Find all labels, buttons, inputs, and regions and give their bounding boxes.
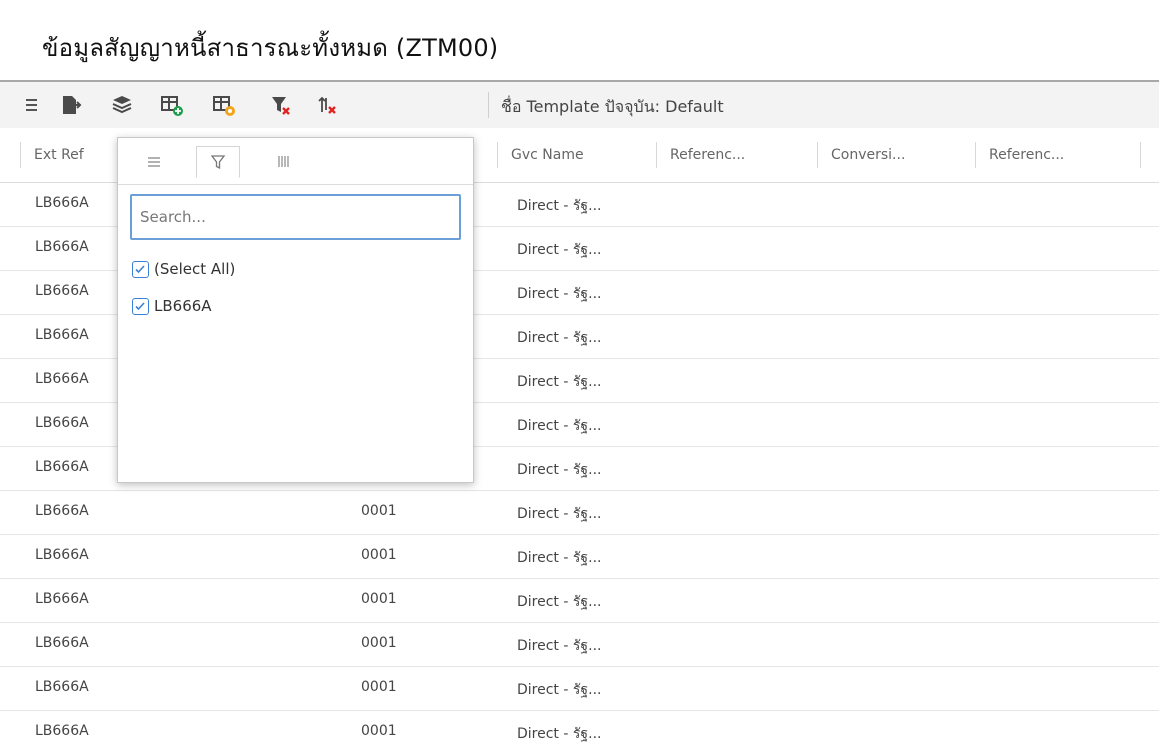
- column-header-divider: [1140, 142, 1159, 168]
- cell-gvc-name: Direct - รัฐ...: [517, 198, 602, 214]
- cell-ext-ref: LB666A: [35, 415, 89, 431]
- page-title: ข้อมูลสัญญาหนี้สาธารณะทั้งหมด (ZTM00): [42, 34, 499, 62]
- table-row[interactable]: LB666A 0001 Direct - รัฐ...: [0, 667, 1159, 711]
- layers-icon[interactable]: [109, 92, 135, 118]
- menu-icon[interactable]: [22, 92, 48, 118]
- export-icon[interactable]: [58, 92, 84, 118]
- cell-ext-ref: LB666A: [35, 283, 89, 299]
- cell-ext-ref: LB666A: [35, 371, 89, 387]
- filter-value-checkbox[interactable]: [132, 298, 149, 315]
- cell-ext-ref: LB666A: [35, 195, 89, 211]
- filter-funnel-icon: [210, 155, 226, 170]
- cell-ext-ref: LB666A: [35, 723, 89, 739]
- columns-icon: [278, 156, 289, 167]
- popup-tab-bar: [118, 138, 473, 185]
- general-tab[interactable]: [133, 146, 175, 176]
- cell-ext-ref: LB666A: [35, 679, 89, 695]
- filter-value-label: LB666A: [154, 297, 212, 315]
- cell-gvc-name: Direct - รัฐ...: [517, 638, 602, 654]
- checkmark-icon: [135, 302, 145, 311]
- cell-gvc-name: Direct - รัฐ...: [517, 330, 602, 346]
- clear-filter-icon[interactable]: [268, 92, 294, 118]
- cell-code: 0001: [361, 547, 397, 563]
- checkmark-icon: [135, 265, 145, 274]
- column-header-reference-1[interactable]: Referenc...: [656, 142, 810, 168]
- clear-sort-icon[interactable]: [314, 92, 340, 118]
- table-row[interactable]: LB666A 0001 Direct - รัฐ...: [0, 491, 1159, 535]
- table-row[interactable]: LB666A 0001 Direct - รัฐ...: [0, 579, 1159, 623]
- table-row[interactable]: LB666A 0001 Direct - รัฐ...: [0, 711, 1159, 755]
- filter-tab[interactable]: [196, 146, 240, 178]
- edit-template-icon[interactable]: [211, 92, 237, 118]
- cell-ext-ref: LB666A: [35, 635, 89, 651]
- select-all-checkbox[interactable]: [132, 261, 149, 278]
- cell-code: 0001: [361, 635, 397, 651]
- grid-toolbar: ชื่อ Template ปัจจุบัน: Default: [0, 80, 1159, 128]
- cell-ext-ref: LB666A: [35, 503, 89, 519]
- cell-code: 0001: [361, 591, 397, 607]
- column-filter-popup: (Select All) LB666A: [117, 137, 474, 483]
- cell-code: 0001: [361, 679, 397, 695]
- table-row[interactable]: LB666A 0001 Direct - รัฐ...: [0, 623, 1159, 667]
- add-template-icon[interactable]: [159, 92, 185, 118]
- column-header-gvc-name[interactable]: Gvc Name: [497, 142, 651, 168]
- cell-gvc-name: Direct - รัฐ...: [517, 726, 602, 742]
- table-row[interactable]: LB666A 0001 Direct - รัฐ...: [0, 535, 1159, 579]
- cell-gvc-name: Direct - รัฐ...: [517, 374, 602, 390]
- cell-gvc-name: Direct - รัฐ...: [517, 462, 602, 478]
- cell-gvc-name: Direct - รัฐ...: [517, 550, 602, 566]
- cell-gvc-name: Direct - รัฐ...: [517, 286, 602, 302]
- column-header-conversion[interactable]: Conversi...: [817, 142, 971, 168]
- cell-code: 0001: [361, 503, 397, 519]
- cell-gvc-name: Direct - รัฐ...: [517, 682, 602, 698]
- column-header-reference-2[interactable]: Referenc...: [975, 142, 1129, 168]
- cell-ext-ref: LB666A: [35, 459, 89, 475]
- filter-search-input[interactable]: [130, 194, 461, 240]
- cell-gvc-name: Direct - รัฐ...: [517, 418, 602, 434]
- cell-code: 0001: [361, 723, 397, 739]
- select-all-label: (Select All): [154, 260, 236, 278]
- cell-gvc-name: Direct - รัฐ...: [517, 594, 602, 610]
- cell-ext-ref: LB666A: [35, 239, 89, 255]
- cell-ext-ref: LB666A: [35, 591, 89, 607]
- cell-ext-ref: LB666A: [35, 547, 89, 563]
- cell-ext-ref: LB666A: [35, 327, 89, 343]
- cell-gvc-name: Direct - รัฐ...: [517, 242, 602, 258]
- menu-lines-icon: [148, 157, 160, 167]
- toolbar-separator: [488, 92, 489, 118]
- cell-gvc-name: Direct - รัฐ...: [517, 506, 602, 522]
- current-template-label: ชื่อ Template ปัจจุบัน: Default: [501, 97, 724, 116]
- columns-tab[interactable]: [263, 146, 305, 176]
